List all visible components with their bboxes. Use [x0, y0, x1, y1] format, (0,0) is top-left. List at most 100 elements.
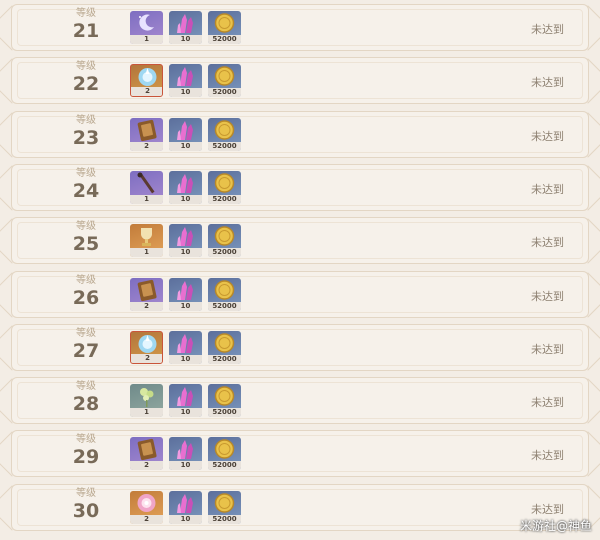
crystal-icon — [169, 384, 202, 408]
level-row: 等级 26 2 10 52000 未达到 — [11, 270, 589, 318]
reward-item[interactable]: 52000 — [208, 224, 241, 258]
reward-count: 10 — [169, 514, 202, 524]
level-row: 等级 30 2 10 52000 未达到 — [11, 483, 589, 531]
reward-item[interactable]: 1 — [130, 224, 163, 258]
reward-count: 52000 — [208, 35, 241, 44]
level-row: 等级 28 1 10 52000 未达到 — [11, 377, 589, 425]
level-label: 等级 — [76, 221, 96, 233]
reward-item[interactable]: 10 — [169, 437, 202, 471]
crystal-icon — [169, 64, 202, 88]
level-row: 等级 29 2 10 52000 未达到 — [11, 430, 589, 478]
crystal-icon — [169, 491, 202, 515]
coin-icon — [208, 224, 241, 248]
reward-item[interactable]: 2 — [130, 117, 163, 151]
reward-count: 52000 — [208, 461, 241, 471]
level-label: 等级 — [76, 327, 96, 339]
reward-count: 52000 — [208, 194, 241, 204]
reward-item[interactable]: 52000 — [208, 437, 241, 471]
level-box: 等级 30 — [46, 488, 126, 522]
reward-count: 52000 — [208, 514, 241, 524]
level-box: 等级 28 — [46, 381, 126, 415]
level-number: 28 — [72, 393, 100, 416]
reward-count: 52000 — [208, 408, 241, 418]
reward-count: 1 — [130, 408, 163, 418]
reward-item[interactable]: 52000 — [208, 277, 241, 311]
gem-icon — [131, 65, 162, 89]
reward-item[interactable]: 10 — [169, 11, 202, 44]
reward-item[interactable]: 2 — [130, 437, 163, 471]
level-label: 等级 — [76, 61, 96, 73]
reward-count: 1 — [130, 248, 163, 258]
reward-item[interactable]: 2 — [130, 277, 163, 311]
level-label: 等级 — [76, 487, 96, 499]
reward-item[interactable]: 1 — [130, 11, 163, 44]
reward-item[interactable]: 10 — [169, 330, 202, 364]
reward-item[interactable]: 52000 — [208, 11, 241, 44]
reward-item[interactable]: 1 — [130, 384, 163, 418]
reward-count: 10 — [169, 408, 202, 418]
coin-icon — [208, 171, 241, 195]
level-number: 30 — [72, 499, 100, 522]
level-number: 23 — [72, 126, 100, 149]
reward-item[interactable]: 52000 — [208, 64, 241, 98]
reward-item[interactable]: 2 — [130, 64, 163, 98]
level-box: 等级 24 — [46, 168, 126, 202]
watermark: 米游社@神鱼 — [519, 519, 592, 533]
reward-item[interactable]: 10 — [169, 64, 202, 98]
moon-crescent-item-icon — [130, 11, 163, 35]
reward-count: 2 — [130, 461, 163, 471]
level-label: 等级 — [76, 8, 96, 19]
reward-count: 10 — [169, 461, 202, 471]
status-text: 未达到 — [531, 129, 564, 143]
status-text: 未达到 — [531, 342, 564, 356]
level-row: 等级 23 2 10 52000 未达到 — [11, 110, 589, 158]
reward-item[interactable]: 1 — [130, 170, 163, 204]
book-icon — [130, 437, 163, 461]
level-label: 等级 — [76, 381, 96, 393]
level-row: 等级 25 1 10 52000 未达到 — [11, 217, 589, 265]
reward-item[interactable]: 10 — [169, 224, 202, 258]
crystal-icon — [169, 331, 202, 355]
reward-item[interactable]: 52000 — [208, 384, 241, 418]
reward-item[interactable]: 10 — [169, 277, 202, 311]
reward-count: 10 — [169, 301, 202, 311]
flower-gem-icon — [130, 491, 163, 515]
reward-item[interactable]: 52000 — [208, 170, 241, 204]
level-box: 等级 29 — [46, 434, 126, 468]
coin-icon — [208, 11, 241, 35]
reward-item[interactable]: 52000 — [208, 490, 241, 524]
level-box: 等级 26 — [46, 275, 126, 309]
reward-count: 52000 — [208, 301, 241, 311]
level-row: 等级 24 1 10 52000 未达到 — [11, 163, 589, 211]
level-number: 25 — [72, 233, 100, 256]
reward-item[interactable]: 2 — [130, 490, 163, 524]
level-label: 等级 — [76, 167, 96, 179]
reward-count: 10 — [169, 35, 202, 44]
reward-item[interactable]: 10 — [169, 170, 202, 204]
coin-icon — [208, 437, 241, 461]
level-box: 等级 23 — [46, 115, 126, 149]
book-icon — [130, 278, 163, 302]
reward-item[interactable]: 10 — [169, 490, 202, 524]
reward-count: 2 — [131, 87, 162, 97]
status-text: 未达到 — [531, 182, 564, 196]
reward-count: 10 — [169, 141, 202, 151]
status-text: 未达到 — [531, 502, 564, 516]
coin-icon — [208, 384, 241, 408]
level-box: 等级 22 — [46, 61, 126, 95]
status-text: 未达到 — [531, 236, 564, 250]
reward-item[interactable]: 10 — [169, 117, 202, 151]
level-number: 22 — [72, 73, 100, 96]
reward-item[interactable]: 52000 — [208, 330, 241, 364]
reward-item[interactable]: 10 — [169, 384, 202, 418]
level-box: 等级 27 — [46, 328, 126, 362]
reward-count: 2 — [131, 353, 162, 363]
level-label: 等级 — [76, 434, 96, 446]
reward-item[interactable]: 52000 — [208, 117, 241, 151]
reward-item[interactable]: 2 — [130, 330, 163, 364]
crystal-icon — [169, 11, 202, 35]
reward-count: 2 — [130, 514, 163, 524]
level-number: 24 — [72, 179, 100, 202]
book-icon — [130, 118, 163, 142]
coin-icon — [208, 64, 241, 88]
